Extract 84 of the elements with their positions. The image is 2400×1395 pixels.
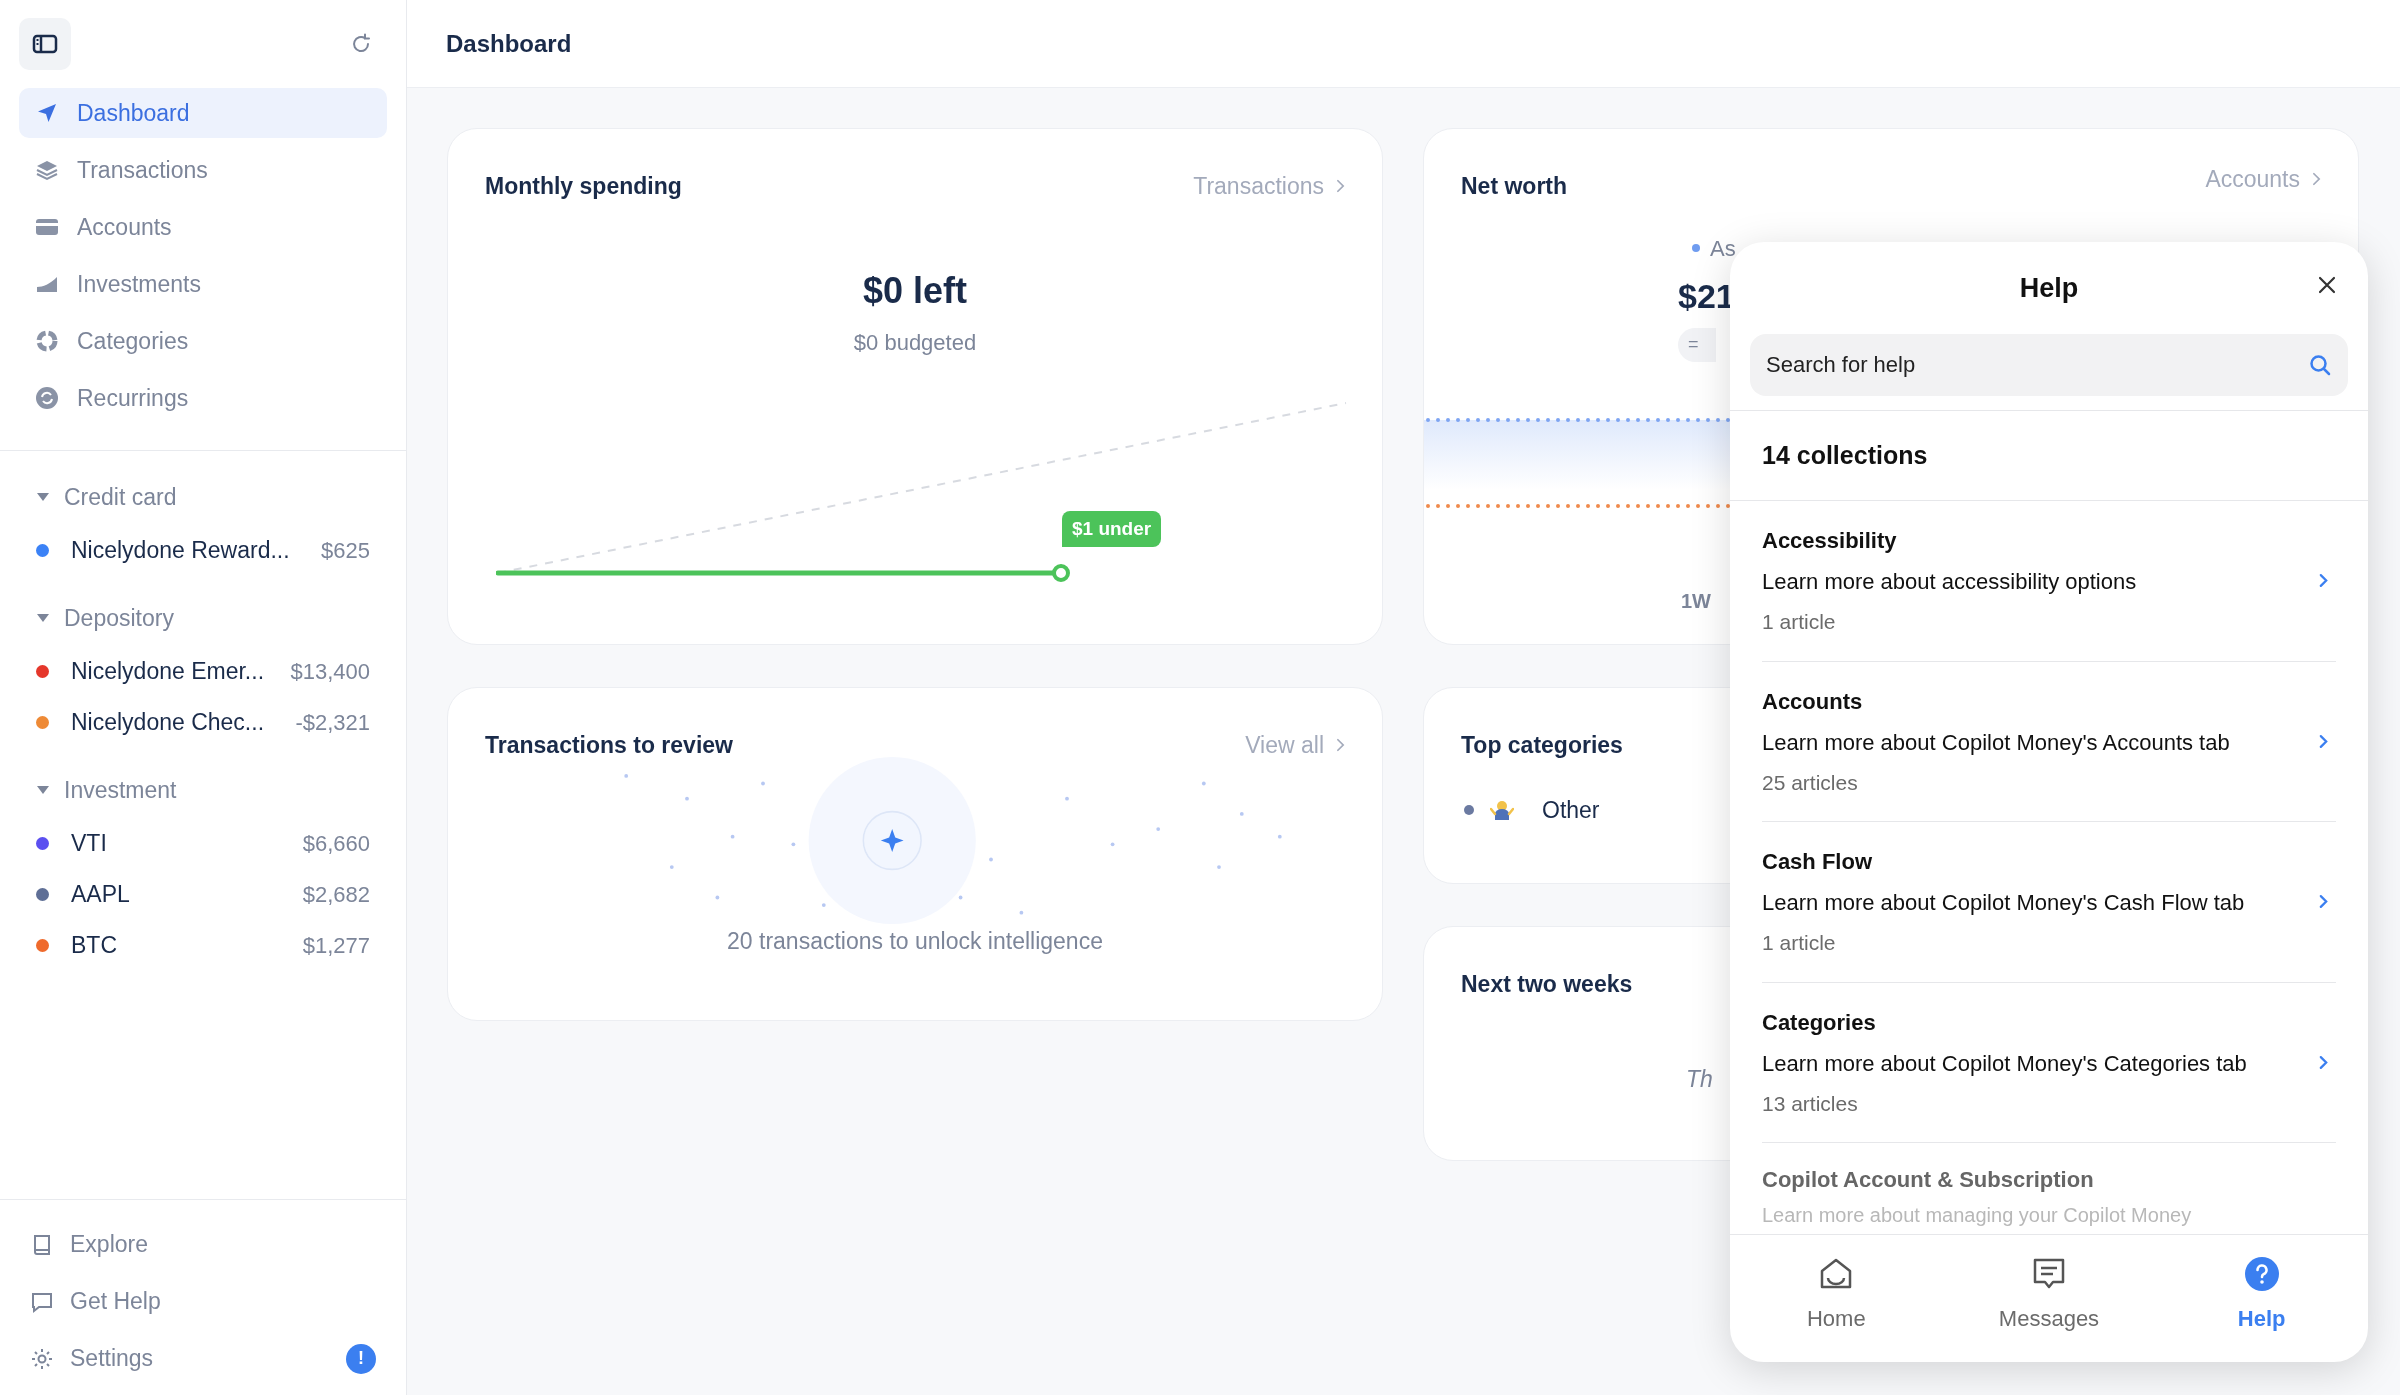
footer-link[interactable]: Get Help	[30, 1284, 161, 1319]
account-name[interactable]: VTI	[71, 826, 107, 861]
article-count: 25 articles	[1762, 769, 1859, 796]
article-count: 13 articles	[1762, 1090, 1859, 1117]
empty-state-text: Th	[1686, 1065, 1713, 1094]
collection-title: Accounts	[1762, 687, 1864, 716]
chevron-right-icon	[1336, 738, 1345, 753]
card-title: Monthly spending	[485, 172, 682, 201]
card-link[interactable]: View all	[1245, 728, 1345, 763]
article-count: 1 article	[1762, 930, 1837, 956]
budget-text: $0 budgeted	[852, 328, 978, 357]
chart-tooltip: $1 under	[1062, 510, 1162, 547]
account-balance: $6,660	[302, 830, 370, 858]
notification-badge: !	[346, 1343, 376, 1374]
collection-title: Categories	[1762, 1008, 1877, 1037]
group-header[interactable]: Credit card	[36, 469, 370, 525]
tab[interactable]: Help	[2186, 1256, 2337, 1335]
article-count: 1 article	[1762, 609, 1837, 635]
change-pill: =	[1678, 327, 1716, 362]
account-balance: $625	[321, 537, 370, 565]
card-link[interactable]: Accounts	[2205, 162, 2321, 197]
account-name[interactable]: Nicelydone Chec...	[71, 705, 265, 740]
account-name[interactable]: Nicelydone Reward...	[71, 533, 290, 568]
cycle-icon	[35, 386, 59, 410]
card-title: Top categories	[1461, 731, 1623, 760]
chevron-right-icon	[2319, 573, 2328, 589]
collection-description: Learn more about managing your Copilot Money	[1762, 1203, 2193, 1228]
account-name[interactable]: BTC	[71, 928, 117, 963]
nav-item[interactable]: Investments	[19, 259, 387, 309]
card-title: Transactions to review	[485, 731, 733, 760]
footer-link[interactable]: Settings	[30, 1341, 154, 1376]
tab[interactable]: Messages	[1974, 1256, 2124, 1335]
collection-description: Learn more about Copilot Money's Accounts tab	[1762, 728, 2231, 757]
card-link[interactable]: Transactions	[1193, 169, 1345, 204]
net-worth-value: $21	[1678, 275, 1735, 317]
account-balance: $2,682	[302, 881, 370, 909]
tab[interactable]: Home	[1761, 1256, 1912, 1335]
spending-amount: $0 left	[861, 268, 968, 313]
collection-description: Learn more about Copilot Money's Categories tab	[1762, 1049, 2248, 1078]
search-icon	[2308, 353, 2332, 377]
account-balance: -$2,321	[295, 709, 370, 737]
collection-title: Accessibility	[1762, 527, 1898, 555]
unlock-message: 20 transactions to unlock intelligence	[726, 926, 1104, 956]
collection-item[interactable]: Accessibility Learn more about accessibility options 1 article	[1762, 501, 2336, 662]
sidebar-toggle-icon[interactable]	[19, 18, 71, 70]
chevron-right-icon	[2319, 1054, 2328, 1070]
chevron-right-icon	[2312, 172, 2321, 187]
account-balance: $1,277	[302, 932, 370, 960]
account-name[interactable]: AAPL	[71, 877, 130, 912]
page-title: Dashboard	[446, 28, 572, 59]
card-title: Next two weeks	[1461, 970, 1633, 999]
nav-item[interactable]: Recurrings	[19, 373, 387, 423]
search-field[interactable]: Search for help	[1750, 334, 2348, 396]
category-label: Other	[1542, 795, 1600, 825]
navigation-arrow-icon	[35, 101, 59, 125]
ring-icon	[35, 329, 59, 353]
footer-link[interactable]: Explore	[30, 1227, 148, 1262]
group-header[interactable]: Investment	[36, 762, 370, 818]
help-icon	[2243, 1256, 2280, 1292]
legend-label: As	[1710, 234, 1736, 263]
chevron-right-icon	[2319, 894, 2328, 910]
collection-item[interactable]: Cash Flow Learn more about Copilot Money's Cash Flow tab 1 article	[1762, 822, 2336, 983]
nav-item[interactable]: Accounts	[19, 202, 387, 252]
collection-title: Copilot Account & Subscription	[1762, 1166, 2095, 1194]
close-icon	[2317, 275, 2337, 295]
collections-count: 14 collections	[1762, 439, 1928, 471]
collection-item[interactable]: Accounts Learn more about Copilot Money's Accounts tab 25 articles	[1762, 661, 2336, 822]
collection-title: Cash Flow	[1762, 848, 1873, 876]
collection-description: Learn more about Copilot Money's Cash Flow tab	[1762, 889, 2246, 917]
account-balance: $13,400	[290, 658, 370, 686]
card-title: Net worth	[1461, 172, 1568, 201]
nav-item[interactable]: Categories	[19, 316, 387, 366]
chevron-right-icon	[2319, 733, 2328, 749]
period-tab[interactable]: 1W	[1681, 586, 1711, 616]
nav-item[interactable]: Dashboard	[19, 88, 387, 138]
panel-title: Help	[2019, 271, 2079, 305]
group-header[interactable]: Depository	[36, 590, 370, 646]
chevron-right-icon	[1336, 179, 1345, 194]
settings-icon	[30, 1346, 54, 1371]
account-name[interactable]: Nicelydone Emer...	[71, 654, 265, 689]
collection-item[interactable]: Categories Learn more about Copilot Money's Categories tab 13 articles	[1762, 982, 2336, 1143]
layers-icon	[35, 158, 59, 182]
nav-item[interactable]: Transactions	[19, 145, 387, 195]
collection-description: Learn more about accessibility options	[1762, 568, 2138, 596]
